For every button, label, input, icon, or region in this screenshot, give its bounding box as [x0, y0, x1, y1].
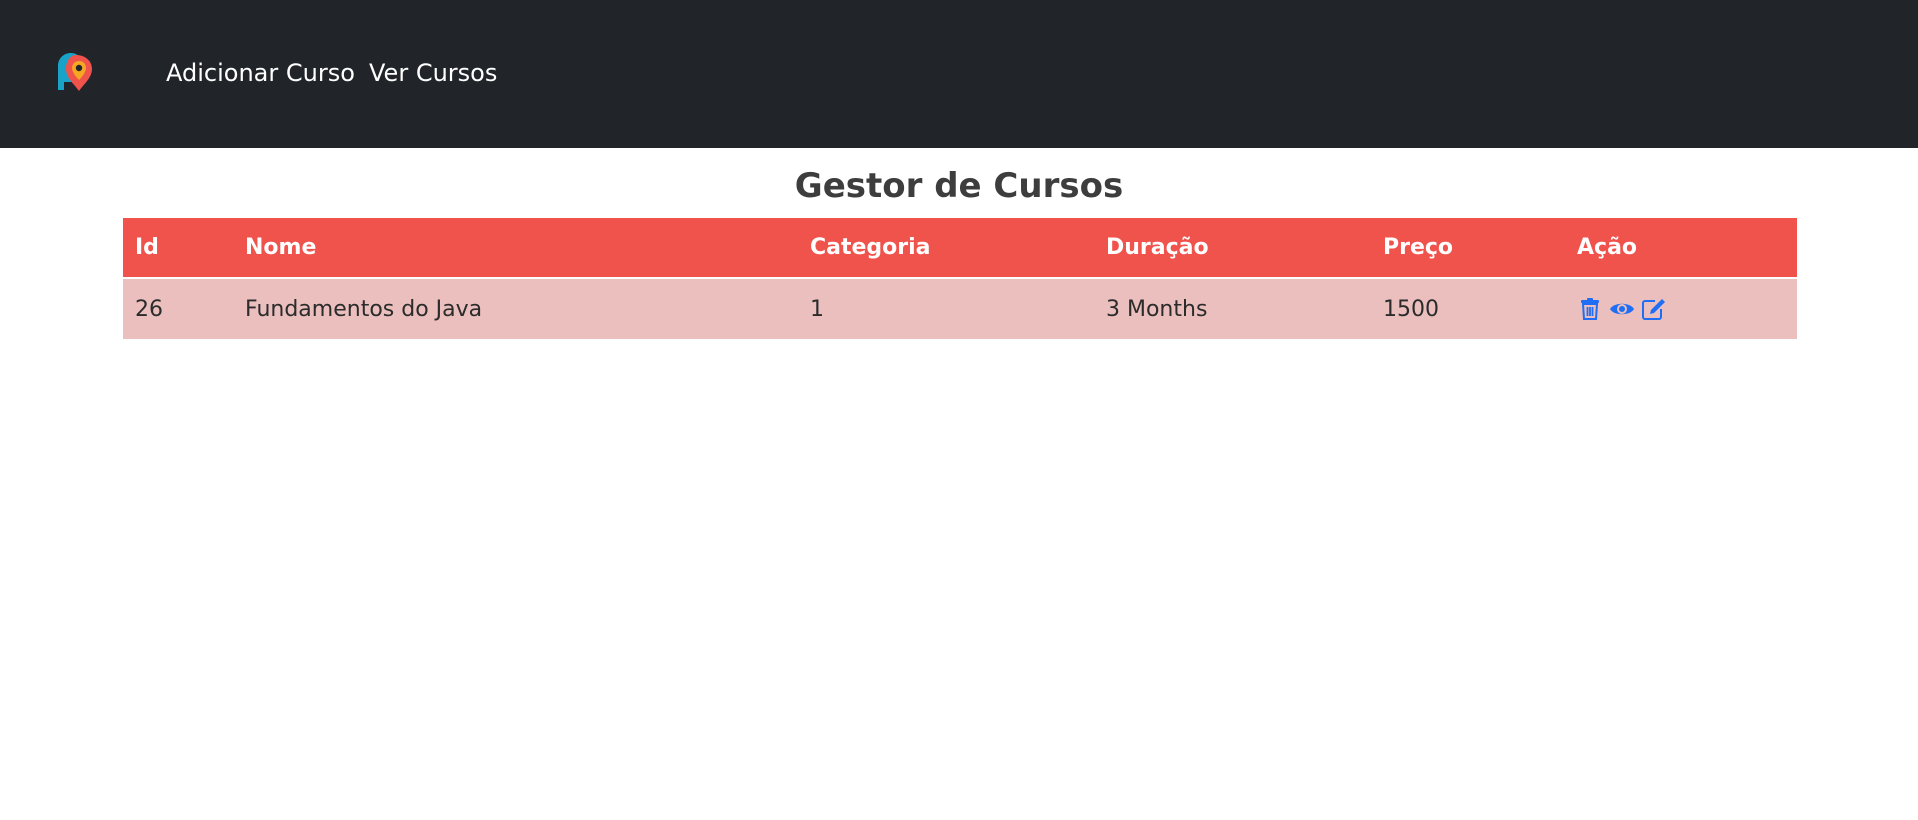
courses-table: Id Nome Categoria Duração Preço Ação 26 …: [123, 218, 1797, 339]
column-header-id: Id: [123, 218, 233, 279]
trash-icon[interactable]: [1577, 296, 1603, 322]
column-header-preco: Preço: [1371, 218, 1565, 279]
cell-categoria: 1: [810, 296, 824, 322]
nav-link-view-courses[interactable]: Ver Cursos: [369, 58, 497, 88]
table-header: Id Nome Categoria Duração Preço Ação: [123, 218, 1797, 279]
cell-preco: 1500: [1383, 296, 1439, 322]
table-header-row: Id Nome Categoria Duração Preço Ação: [123, 218, 1797, 279]
navbar: Adicionar Curso Ver Cursos: [0, 0, 1918, 148]
logo-icon[interactable]: [52, 50, 96, 94]
nav-link-add-course[interactable]: Adicionar Curso: [166, 58, 355, 88]
column-header-categoria: Categoria: [798, 218, 1094, 279]
column-header-duracao: Duração: [1094, 218, 1371, 279]
table-body: 26 Fundamentos do Java 1 3 Months 1500: [123, 278, 1797, 339]
edit-icon[interactable]: [1641, 296, 1667, 322]
cell-id: 26: [135, 296, 163, 322]
row-actions: [1577, 296, 1797, 322]
eye-icon[interactable]: [1609, 296, 1635, 322]
table-row: 26 Fundamentos do Java 1 3 Months 1500: [123, 278, 1797, 339]
cell-duracao: 3 Months: [1106, 296, 1208, 322]
cell-nome: Fundamentos do Java: [245, 296, 483, 322]
page-title: Gestor de Cursos: [794, 166, 1124, 206]
column-header-acao: Ação: [1565, 218, 1797, 279]
column-header-nome: Nome: [233, 218, 798, 279]
cell-acao: [1565, 278, 1797, 339]
